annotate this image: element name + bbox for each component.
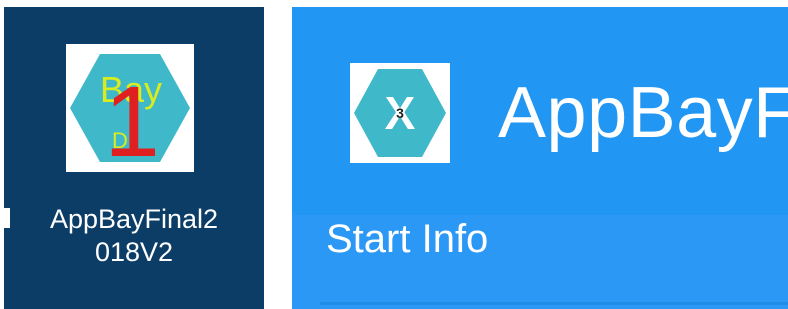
tab-indicator	[320, 302, 788, 305]
app-name-line-2: 018V2	[94, 237, 174, 267]
toolbar-app-icon: X 3	[350, 63, 450, 163]
app-toolbar: X 3 AppBayF	[292, 7, 788, 215]
icon-badge-number: 1	[104, 66, 160, 172]
appbay-launcher-icon[interactable]: Bay D 1	[66, 44, 194, 172]
adjacent-icon-edge	[4, 208, 10, 228]
toolbar-title: AppBayF	[498, 73, 788, 153]
app-name-label[interactable]: AppBayFinal2 018V2	[14, 203, 254, 269]
app-screen: X 3 AppBayF Start Info	[292, 7, 788, 309]
app-name-line-1: AppBayFinal2	[49, 204, 219, 234]
launcher-panel: Bay D 1 AppBayFinal2 018V2	[4, 7, 264, 309]
tab-start-info[interactable]: Start Info	[326, 216, 488, 262]
xamarin-icon: X 3	[354, 69, 446, 157]
tab-strip: Start Info	[292, 215, 788, 309]
appbay-hexagon-icon: Bay D 1	[70, 54, 190, 172]
xamarin-small-mark: 3	[396, 105, 404, 121]
